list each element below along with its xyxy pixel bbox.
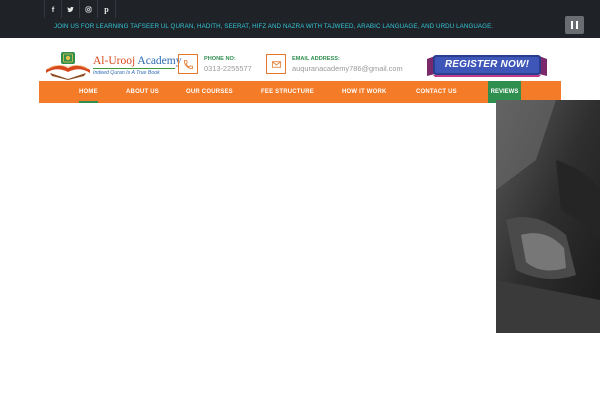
pinterest-link[interactable]: p [98, 0, 116, 18]
nav-our-courses[interactable]: OUR COURSES [186, 81, 233, 103]
quran-book-icon [46, 52, 90, 80]
hero-photo [496, 100, 600, 333]
register-label: REGISTER NOW! [444, 59, 530, 70]
top-bar: f p JOIN US FOR LEARNING TAFSEER UL QURA… [0, 0, 600, 38]
phone-number[interactable]: 0313-2255577 [204, 64, 252, 73]
nav-how-it-work[interactable]: HOW IT WORK [342, 81, 387, 103]
instagram-link[interactable] [80, 0, 98, 18]
pause-icon-bar [575, 21, 578, 29]
pinterest-icon: p [104, 4, 109, 14]
academy-logo[interactable]: Al-Urooj Academy Indeed Quran Is A True … [44, 50, 181, 82]
email-label: EMAIL ADDRESS: [292, 56, 340, 62]
hero-slider-image [496, 100, 600, 333]
main-navigation: HOME ABOUT US OUR COURSES FEE STRUCTURE … [39, 81, 561, 103]
email-icon-box [266, 54, 286, 74]
register-now-button[interactable]: REGISTER NOW! [427, 54, 547, 78]
logo-title: Al-Urooj Academy [93, 55, 181, 67]
phone-label: PHONE NO: [204, 56, 236, 62]
nav-about-us[interactable]: ABOUT US [126, 81, 159, 103]
nav-home[interactable]: HOME [79, 81, 98, 103]
logo-divider [93, 68, 175, 69]
phone-icon [183, 59, 193, 69]
social-links: f p [44, 0, 116, 18]
nav-fee-structure[interactable]: FEE STRUCTURE [261, 81, 314, 103]
facebook-icon: f [51, 4, 55, 14]
phone-icon-box [178, 54, 198, 74]
envelope-icon [271, 60, 281, 68]
twitter-link[interactable] [62, 0, 80, 18]
nav-contact-us[interactable]: CONTACT US [416, 81, 457, 103]
logo-tagline: Indeed Quran Is A True Book [93, 70, 160, 76]
email-address[interactable]: auquranacademy786@gmail.com [292, 64, 403, 73]
logo-title-part1: Al-Urooj [93, 55, 136, 67]
twitter-icon [67, 6, 74, 12]
pause-icon [571, 21, 574, 29]
instagram-icon [85, 6, 92, 12]
facebook-link[interactable]: f [44, 0, 62, 18]
announcement-ticker[interactable]: JOIN US FOR LEARNING TAFSEER UL QURAN, H… [54, 23, 493, 30]
pause-button[interactable] [565, 16, 584, 34]
logo-title-part2: Academy [135, 55, 182, 67]
